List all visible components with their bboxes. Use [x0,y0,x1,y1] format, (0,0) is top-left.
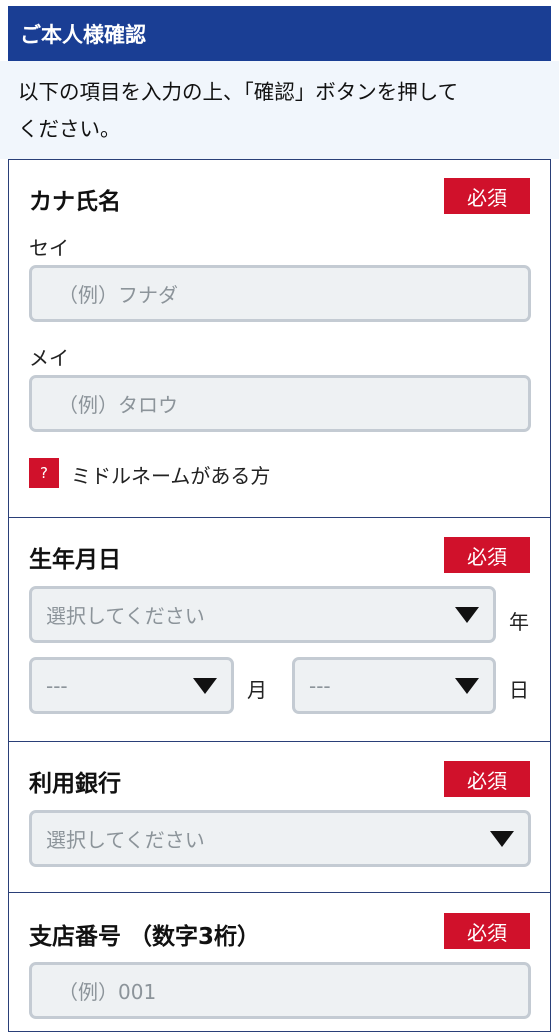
mei-placeholder: （例）タロウ [58,393,178,417]
birthdate-section: 生年月日 必須 選択してください 年 --- 月 --- 日 [8,517,551,743]
mei-input[interactable]: （例）タロウ [29,375,531,432]
birthdate-title: 生年月日 [29,547,121,573]
bank-section: 利用銀行 必須 選択してください [8,741,551,894]
year-unit: 年 [509,610,529,634]
intro-line-2: ください。 [18,117,121,141]
year-select[interactable]: 選択してください [29,586,496,643]
triangle-down-icon [490,830,514,847]
month-unit: 月 [247,678,267,702]
page-header: ご本人様確認 [8,6,551,61]
sei-placeholder: （例）フナダ [58,283,178,307]
kana-name-title: カナ氏名 [29,189,121,215]
required-badge: 必須 [444,537,530,573]
year-select-value: 選択してください [46,604,205,628]
intro-text: 以下の項目を入力の上、「確認」ボタンを押して ください。 [0,61,559,159]
branch-section: 支店番号 （数字3桁） 必須 （例）001 [8,892,551,1032]
sei-input[interactable]: （例）フナダ [29,265,531,322]
bank-select[interactable]: 選択してください [29,810,531,867]
intro-line-1: 以下の項目を入力の上、「確認」ボタンを押して [18,80,459,104]
triangle-down-icon [455,677,479,694]
bank-select-value: 選択してください [46,828,205,852]
mei-label: メイ [29,346,69,370]
triangle-down-icon [455,606,479,623]
kana-name-section: カナ氏名 必須 セイ （例）フナダ メイ （例）タロウ ? ミドルネームがある方 [8,159,551,519]
sei-label: セイ [29,236,69,260]
day-select-value: --- [309,673,331,698]
month-select[interactable]: --- [29,657,234,714]
middle-name-link[interactable]: ミドルネームがある方 [71,460,270,489]
branch-placeholder: （例）001 [58,980,157,1004]
required-badge: 必須 [444,178,530,214]
day-select[interactable]: --- [292,657,496,714]
branch-number-input[interactable]: （例）001 [29,962,531,1019]
required-badge: 必須 [444,913,530,949]
question-icon[interactable]: ? [29,458,59,488]
required-badge: 必須 [444,761,530,797]
day-unit: 日 [509,678,529,702]
branch-title: 支店番号 （数字3桁） [29,924,261,950]
triangle-down-icon [193,677,217,694]
month-select-value: --- [46,673,68,698]
bank-title: 利用銀行 [29,771,121,797]
page-title: ご本人様確認 [20,22,146,47]
